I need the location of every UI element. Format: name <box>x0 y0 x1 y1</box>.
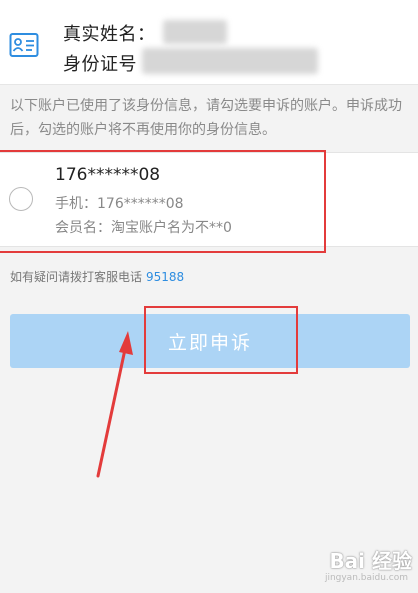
id-card-icon <box>9 33 39 57</box>
real-name-redaction <box>163 20 227 44</box>
baidu-watermark: Bai 经验 jingyan.baidu.com <box>300 545 412 589</box>
annotation-box-account <box>0 150 326 253</box>
hotline-label: 如有疑问请拨打客服电话 <box>10 270 143 284</box>
annotation-box-button <box>144 306 298 374</box>
annotation-arrow-icon <box>96 331 133 478</box>
hotline-text: 如有疑问请拨打客服电话 95188 <box>10 268 184 285</box>
watermark-url: jingyan.baidu.com <box>324 573 408 583</box>
hotline-phone-link[interactable]: 95188 <box>146 270 184 284</box>
id-number-label: 身份证号 <box>63 54 137 75</box>
notice-text: 以下账户已使用了该身份信息，请勾选要申诉的账户。申诉成功后，勾选的账户将不再使用… <box>10 98 402 138</box>
watermark-logo: Bai 经验 <box>329 549 412 573</box>
real-name-label: 真实姓名： <box>63 24 156 45</box>
identity-card: 真实姓名： 身份证号 <box>0 0 418 85</box>
id-number-redaction <box>142 48 318 74</box>
